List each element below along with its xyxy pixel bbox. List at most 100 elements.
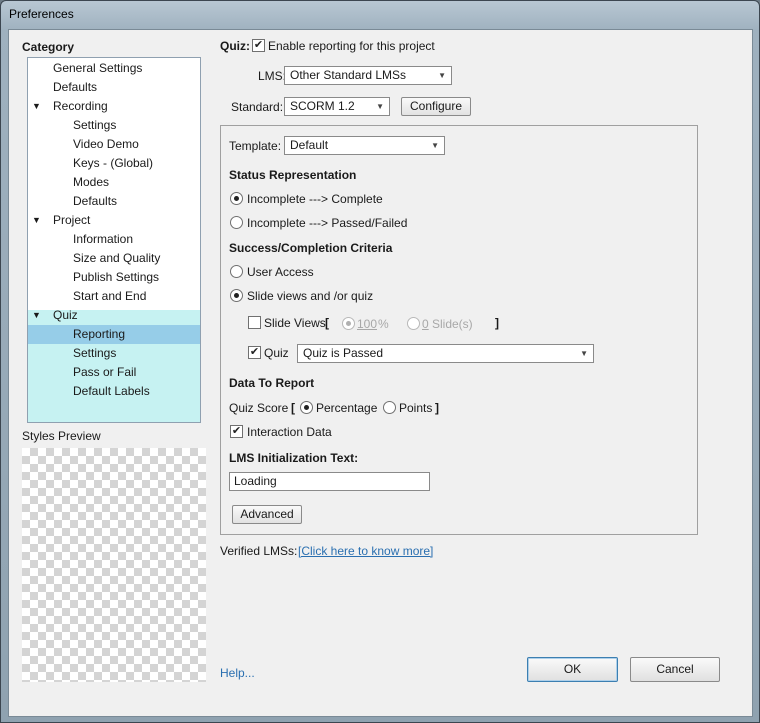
category-item-label: Pass or Fail — [73, 365, 137, 379]
slide-views-count-value[interactable]: 0 — [422, 317, 429, 331]
category-item-label: Project — [53, 213, 91, 227]
advanced-button[interactable]: Advanced — [232, 505, 302, 524]
radio-dot — [304, 405, 309, 410]
category-item-label: Keys - (Global) — [73, 156, 154, 170]
triangle-down-icon[interactable]: ▼ — [32, 97, 41, 116]
radio-dot — [234, 196, 239, 201]
category-item-start-and-end[interactable]: Start and End — [28, 287, 200, 306]
percentage-radio[interactable] — [300, 401, 313, 414]
template-select[interactable]: Default ▼ — [284, 136, 445, 155]
category-item-label: Information — [73, 232, 134, 246]
styles-preview-canvas — [22, 448, 206, 682]
reporting-options-group: Template: Default ▼ Status Representatio… — [220, 125, 698, 535]
slide-views-label[interactable]: Slide Views — [264, 316, 326, 330]
status-representation-heading: Status Representation — [229, 168, 357, 182]
lms-label: LMS: — [258, 69, 287, 83]
category-tree[interactable]: General Settings Defaults ▼ Recording Settin… — [27, 57, 201, 423]
dropdown-arrow-icon: ▼ — [438, 71, 446, 80]
check-icon: ✔ — [249, 346, 260, 358]
triangle-down-icon[interactable]: ▼ — [32, 306, 41, 325]
category-item-default-labels[interactable]: Default Labels — [28, 382, 200, 401]
quiz-criteria-checkbox[interactable]: ✔ — [248, 346, 261, 359]
category-item-reporting[interactable]: Reporting — [28, 325, 200, 344]
radio-dot — [234, 293, 239, 298]
category-item-pass-or-fail[interactable]: Pass or Fail — [28, 363, 200, 382]
ok-button[interactable]: OK — [527, 657, 618, 682]
category-item-settings[interactable]: Settings — [28, 116, 200, 135]
radio-dot — [346, 321, 351, 326]
category-item-label: Quiz — [53, 308, 78, 322]
status-complete-radio[interactable] — [230, 192, 243, 205]
standard-select[interactable]: SCORM 1.2 ▼ — [284, 97, 390, 116]
category-item-defaults[interactable]: Defaults — [28, 192, 200, 211]
category-item-recording[interactable]: ▼ Recording — [28, 97, 200, 116]
category-item-modes[interactable]: Modes — [28, 173, 200, 192]
category-item-video-demo[interactable]: Video Demo — [28, 135, 200, 154]
category-item-label: General Settings — [53, 61, 143, 75]
slide-views-bracket-open: [ — [325, 316, 329, 330]
window-title: Preferences — [9, 7, 74, 21]
criteria-heading: Success/Completion Criteria — [229, 241, 393, 255]
category-item-quiz[interactable]: ▼ Quiz — [28, 306, 200, 325]
points-radio[interactable] — [383, 401, 396, 414]
lms-init-heading: LMS Initialization Text: — [229, 451, 359, 465]
category-item-settings[interactable]: Settings — [28, 344, 200, 363]
category-item-label: Reporting — [73, 327, 126, 341]
user-access-label[interactable]: User Access — [247, 265, 314, 279]
category-item-defaults[interactable]: Defaults — [28, 78, 200, 97]
percentage-label[interactable]: Percentage — [316, 401, 377, 415]
points-label[interactable]: Points — [399, 401, 432, 415]
standard-select-value: SCORM 1.2 — [290, 99, 355, 113]
slide-views-count-radio[interactable] — [407, 317, 420, 330]
enable-reporting-checkbox[interactable]: ✔ — [252, 39, 265, 52]
quiz-criteria-select[interactable]: Quiz is Passed ▼ — [297, 344, 594, 363]
enable-reporting-label[interactable]: Enable reporting for this project — [268, 39, 435, 53]
interaction-data-label[interactable]: Interaction Data — [247, 425, 332, 439]
status-passed-failed-radio[interactable] — [230, 216, 243, 229]
dropdown-arrow-icon: ▼ — [376, 102, 384, 111]
slide-views-bracket-close: ] — [495, 316, 499, 330]
template-select-value: Default — [290, 138, 329, 152]
styles-preview-title: Styles Preview — [22, 429, 101, 443]
slide-views-quiz-radio[interactable] — [230, 289, 243, 302]
quiz-score-label: Quiz Score — [229, 401, 289, 415]
quiz-criteria-label[interactable]: Quiz — [264, 346, 289, 360]
slide-views-checkbox[interactable]: ✔ — [248, 316, 261, 329]
category-item-label: Recording — [53, 99, 108, 113]
standard-label: Standard: — [231, 100, 284, 114]
category-item-label: Settings — [73, 346, 117, 360]
slide-views-percent-radio[interactable] — [342, 317, 355, 330]
status-complete-label[interactable]: Incomplete ---> Complete — [247, 192, 383, 206]
category-item-label: Settings — [73, 118, 117, 132]
category-item-size-and-quality[interactable]: Size and Quality — [28, 249, 200, 268]
triangle-down-icon[interactable]: ▼ — [32, 211, 41, 230]
category-item-keys-global[interactable]: Keys - (Global) — [28, 154, 200, 173]
slide-views-count-unit: Slide(s) — [432, 317, 473, 331]
configure-button[interactable]: Configure — [401, 97, 471, 116]
check-icon: ✔ — [253, 39, 264, 51]
category-item-label: Video Demo — [73, 137, 139, 151]
slide-views-quiz-label[interactable]: Slide views and /or quiz — [247, 289, 373, 303]
category-item-label: Defaults — [53, 80, 98, 94]
category-item-label: Modes — [73, 175, 110, 189]
category-item-project[interactable]: ▼ Project — [28, 211, 200, 230]
status-passed-failed-label[interactable]: Incomplete ---> Passed/Failed — [247, 216, 407, 230]
quiz-score-bracket-open: [ — [291, 401, 295, 415]
category-item-label: Start and End — [73, 289, 147, 303]
user-access-radio[interactable] — [230, 265, 243, 278]
quiz-criteria-select-value: Quiz is Passed — [303, 346, 384, 360]
verified-lms-link[interactable]: [Click here to know more] — [298, 544, 433, 558]
lms-select[interactable]: Other Standard LMSs ▼ — [284, 66, 452, 85]
slide-views-percent-unit: % — [378, 317, 389, 331]
interaction-data-checkbox[interactable]: ✔ — [230, 425, 243, 438]
category-item-publish-settings[interactable]: Publish Settings — [28, 268, 200, 287]
help-link[interactable]: Help... — [220, 666, 255, 680]
cancel-button[interactable]: Cancel — [630, 657, 720, 682]
slide-views-percent-value[interactable]: 100 — [357, 317, 377, 331]
preferences-window: Preferences Category General Settings Def… — [0, 0, 760, 723]
dropdown-arrow-icon: ▼ — [580, 349, 588, 358]
lms-init-text-input[interactable]: Loading — [229, 472, 430, 491]
category-item-information[interactable]: Information — [28, 230, 200, 249]
category-item-general-settings[interactable]: General Settings — [28, 59, 200, 78]
title-bar[interactable]: Preferences — [1, 1, 759, 29]
